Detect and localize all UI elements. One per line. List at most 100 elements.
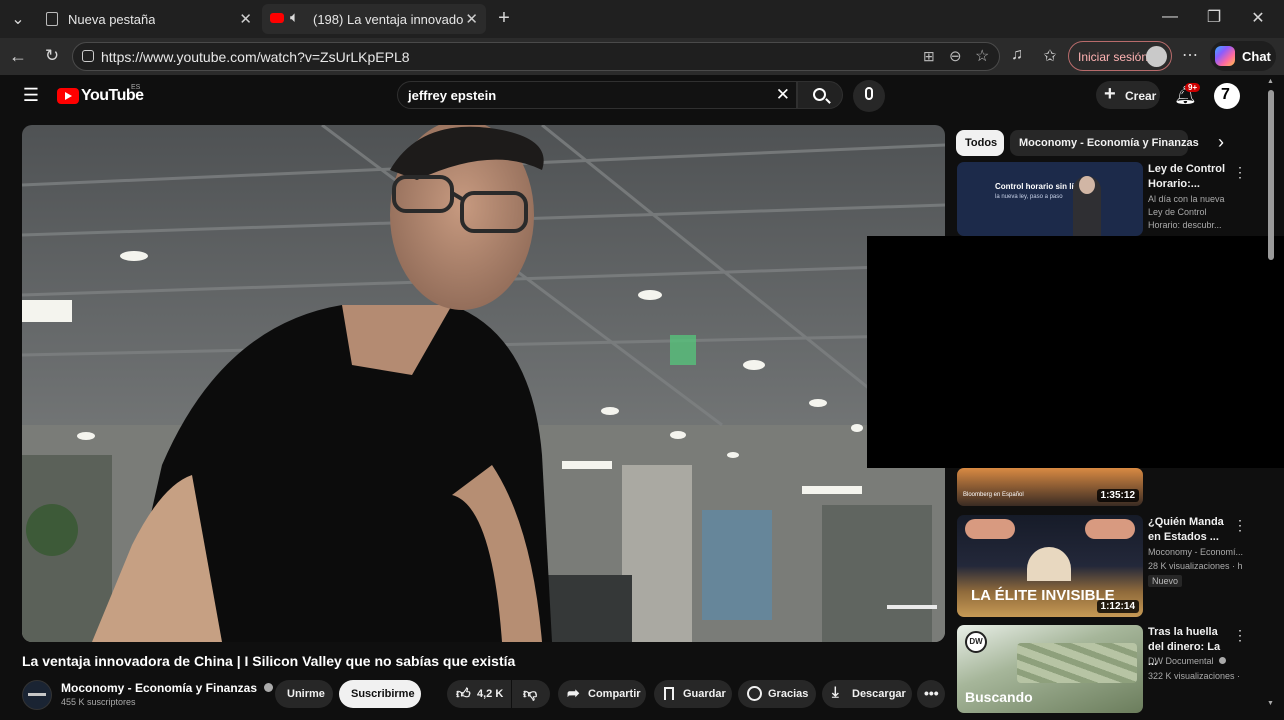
chip-label: Moconomy - Economía y Finanzas [1019, 137, 1199, 149]
youtube-play-triangle [65, 92, 72, 100]
thanks-label: Gracias [768, 688, 809, 700]
save-label: Guardar [683, 688, 726, 700]
join-label: Unirme [287, 688, 325, 700]
minimize-icon[interactable]: — [1160, 8, 1180, 26]
scrollbar-thumb[interactable] [1268, 90, 1274, 260]
verified-icon [1219, 657, 1227, 664]
tab-title: Nueva pestaña [68, 12, 156, 27]
join-button[interactable]: Unirme [275, 680, 333, 708]
tab-new-tab[interactable]: Nueva pestaña ✕ [38, 4, 260, 34]
page-scrollbar[interactable]: ▲ ▼ [1267, 78, 1275, 710]
thumbs-up-icon: 👍︎ [456, 685, 471, 701]
dislike-button[interactable]: 👎︎ [512, 680, 550, 708]
more-vertical-icon[interactable]: ⋮ [1233, 627, 1247, 644]
more-vertical-icon[interactable]: ⋮ [1233, 164, 1247, 181]
download-button[interactable]: ⤓ Descargar [822, 680, 912, 708]
chevron-right-icon[interactable]: › [1218, 132, 1224, 153]
thumbnail-cash [1017, 643, 1137, 683]
subscriber-count: 455 K suscriptores [61, 697, 136, 707]
avatar-glyph: 7 [1221, 86, 1230, 103]
thumbnail-caption: Bloomberg en Español [963, 492, 1024, 498]
search-icon-handle [825, 98, 831, 104]
recommendation-meta-line: Ley de Control [1148, 207, 1207, 217]
clear-search-icon[interactable]: ✕ [776, 85, 790, 105]
browser-tab-strip: ⌄ Nueva pestaña ✕ 🔈︎ (198) La ventaja in… [0, 0, 1284, 38]
media-control-icon[interactable]: ♫ [1007, 46, 1027, 64]
notifications-button[interactable]: 🔔︎ 9+ [1172, 83, 1201, 111]
scroll-down-icon[interactable]: ▼ [1267, 700, 1274, 707]
thumbnail-caption: Buscando [965, 689, 1033, 705]
back-icon[interactable]: ← [8, 46, 28, 67]
recommendation-title[interactable]: Ley de Control Horario:... [1148, 162, 1230, 192]
more-menu-icon[interactable]: ⋯ [1180, 45, 1200, 65]
chip-channel[interactable]: Moconomy - Economía y Finanzas [1010, 130, 1199, 156]
window-close-icon[interactable]: ✕ [1248, 8, 1268, 28]
video-title: La ventaja innovadora de China | I Silic… [22, 653, 516, 669]
speaker-icon[interactable]: 🔈︎ [290, 9, 299, 26]
signin-button[interactable]: Iniciar sesión [1068, 41, 1172, 71]
channel-avatar[interactable] [22, 680, 52, 710]
search-button[interactable] [797, 81, 843, 109]
tab-youtube[interactable]: 🔈︎ (198) La ventaja innovadora de ✕ [262, 4, 486, 34]
thumbnail-hand-left [965, 519, 1015, 539]
chip-all[interactable]: Todos [956, 130, 1004, 156]
new-badge: Nuevo [1148, 575, 1183, 587]
search-query: jeffrey epstein [408, 88, 497, 103]
favorites-icon[interactable]: ✩ [1040, 46, 1060, 66]
video-thumbnail[interactable]: DW Buscando [957, 625, 1143, 713]
zoom-icon[interactable]: ⊖ [949, 47, 962, 65]
share-icon: ➦ [567, 685, 580, 702]
list-item[interactable]: Bloomberg en Español 1:35:12 [957, 468, 1267, 506]
microphone-icon [865, 87, 873, 100]
copilot-chat-button[interactable]: Chat [1210, 41, 1276, 71]
redaction-overlay [867, 236, 1284, 468]
video-thumbnail[interactable]: LA ÉLITE INVISIBLE 1:12:14 [957, 515, 1143, 617]
restore-icon[interactable]: ❐ [1204, 7, 1224, 27]
new-tab-icon[interactable]: + [494, 7, 514, 30]
thanks-icon [747, 686, 762, 701]
youtube-logo[interactable]: YouTube ES [57, 84, 147, 109]
video-thumbnail[interactable]: Bloomberg en Español 1:35:12 [957, 468, 1143, 506]
bookmark-icon [664, 687, 674, 700]
dw-logo: DW [965, 631, 987, 653]
video-frame [22, 125, 945, 642]
app-available-icon[interactable]: ⊞ [923, 48, 935, 65]
save-button[interactable]: Guardar [654, 680, 732, 708]
close-tab-icon[interactable]: ✕ [239, 10, 252, 28]
hamburger-menu-icon[interactable]: ☰ [21, 85, 41, 106]
voice-search-button[interactable] [853, 80, 885, 112]
channel-name[interactable]: Moconomy - Economía y Finanzas [61, 681, 274, 695]
like-button[interactable]: 👍︎ 4,2 K [447, 680, 511, 708]
recommendation-meta-line: Horario: descubr... [1148, 220, 1222, 230]
like-count: 4,2 K [477, 688, 504, 700]
more-actions-button[interactable]: ••• [917, 680, 945, 708]
address-bar[interactable]: https://www.youtube.com/watch?v=ZsUrLKpE… [72, 42, 1000, 71]
duration-badge: 1:35:12 [1096, 489, 1139, 502]
recommendation-title[interactable]: ¿Quién Manda en Estados ... [1148, 515, 1230, 545]
favorite-star-icon[interactable]: ☆ [975, 46, 989, 66]
subscribe-button[interactable]: Suscribirme [339, 680, 421, 708]
video-thumbnail[interactable]: Control horario sin líos: la nueva ley, … [957, 162, 1143, 236]
create-label: Crear [1125, 89, 1157, 103]
chat-label: Chat [1242, 49, 1271, 64]
youtube-icon [270, 13, 284, 23]
list-item[interactable]: Control horario sin líos: la nueva ley, … [957, 162, 1267, 236]
chip-label: Todos [965, 137, 998, 149]
thumbs-down-icon: 👎︎ [523, 685, 538, 701]
notification-badge: 9+ [1185, 83, 1201, 92]
thanks-button[interactable]: Gracias [738, 680, 816, 708]
tab-list-chevron-icon[interactable]: ⌄ [8, 9, 28, 29]
site-info-icon[interactable] [82, 50, 94, 62]
list-item[interactable]: DW Buscando Tras la huella del dinero: L… [957, 625, 1267, 713]
scroll-up-icon[interactable]: ▲ [1267, 78, 1274, 85]
create-button[interactable]: + Crear [1096, 81, 1160, 109]
list-item[interactable]: LA ÉLITE INVISIBLE 1:12:14 ¿Quién Manda … [957, 515, 1267, 617]
reload-icon[interactable]: ↻ [42, 46, 62, 66]
share-button[interactable]: ➦ Compartir [558, 680, 646, 708]
account-avatar[interactable]: 7 [1214, 83, 1240, 109]
close-tab-icon[interactable]: ✕ [465, 10, 478, 28]
search-input[interactable]: jeffrey epstein ✕ [397, 81, 797, 109]
channel-avatar-mark [28, 693, 46, 696]
more-vertical-icon[interactable]: ⋮ [1233, 517, 1247, 534]
video-player[interactable] [22, 125, 945, 642]
